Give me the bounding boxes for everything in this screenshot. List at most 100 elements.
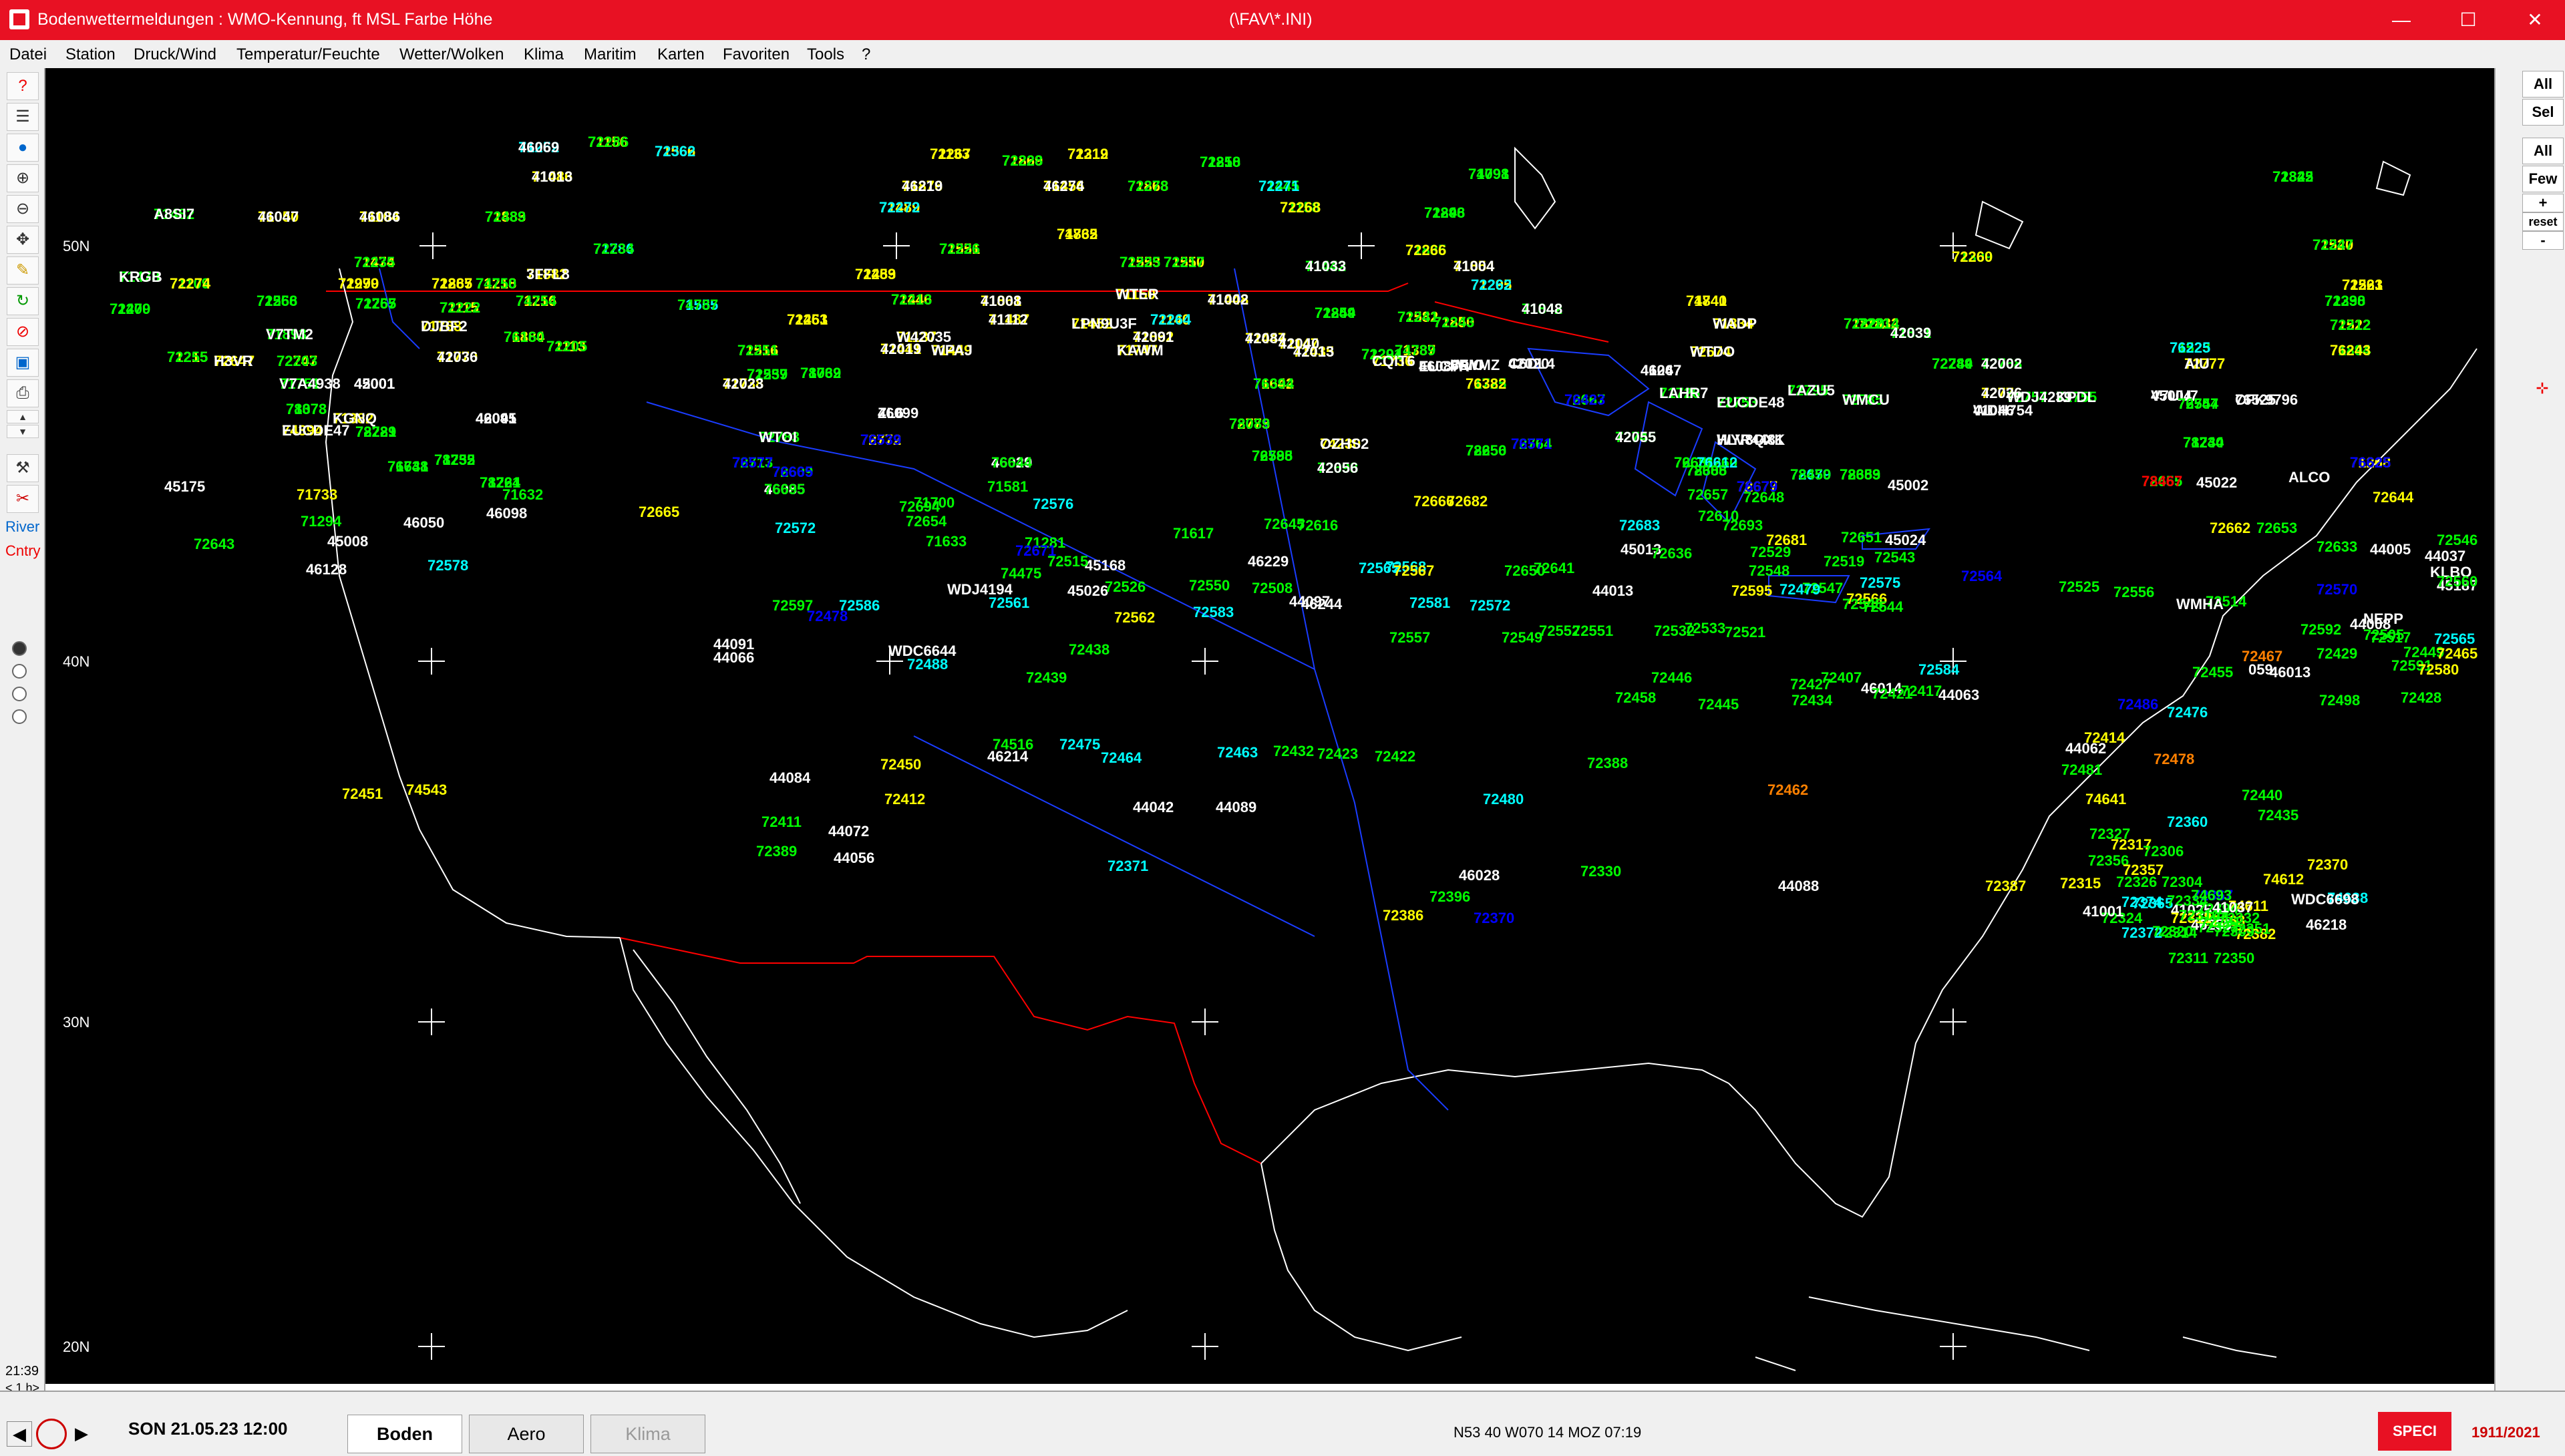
station-label[interactable]: 72311 [2168, 950, 2208, 967]
station-label[interactable]: 72505 [2363, 626, 2404, 644]
station-label[interactable]: 46050 [403, 514, 444, 532]
station-label[interactable]: 72386 [1383, 907, 1423, 924]
station-label[interactable]: 76595 [1252, 447, 1293, 465]
station-label[interactable]: 3FFL8 [526, 266, 570, 283]
station-label[interactable]: 72235 [354, 254, 395, 271]
station-label[interactable]: 72653 [2256, 520, 2297, 537]
station-label[interactable]: 72320 [2152, 923, 2193, 940]
station-label[interactable]: 72200 [110, 301, 150, 318]
station-label[interactable]: WADP [1713, 315, 1757, 333]
station-label[interactable]: 72451 [342, 785, 383, 803]
station-label[interactable]: 72226 [939, 240, 980, 258]
station-label[interactable]: 46229 [1248, 553, 1289, 570]
station-label[interactable]: 72251 [737, 342, 778, 359]
station-label[interactable]: LAHR7 [1659, 385, 1708, 402]
station-label[interactable]: 72446 [1651, 669, 1692, 687]
station-label[interactable]: 72479 [1779, 581, 1820, 598]
station-label[interactable]: 72478 [807, 608, 848, 625]
station-label[interactable]: V7A4938 [279, 375, 341, 393]
station-label[interactable]: KPDL [2056, 389, 2096, 406]
radio-option-2[interactable] [12, 664, 27, 679]
station-label[interactable]: 72525 [2059, 578, 2099, 596]
station-label[interactable]: WMHA [2176, 596, 2224, 613]
station-label[interactable]: 72478 [2154, 751, 2194, 768]
station-label[interactable]: 76160 [504, 329, 544, 346]
station-label[interactable]: 72412 [884, 791, 925, 808]
station-label[interactable]: 72225 [1120, 254, 1160, 271]
radio-option-4[interactable] [12, 709, 27, 724]
station-label[interactable]: 44072 [828, 823, 869, 840]
station-label[interactable]: 72463 [1217, 744, 1258, 761]
station-label[interactable]: 72570 [2317, 581, 2357, 598]
station-label[interactable]: 72455 [2192, 664, 2233, 681]
station-label[interactable]: WTER [1116, 286, 1159, 303]
station-label[interactable]: 45002 [1888, 477, 1928, 494]
tab-boden[interactable]: Boden [347, 1415, 462, 1453]
station-label[interactable]: 72489 [485, 208, 526, 226]
station-label[interactable]: 71581 [987, 478, 1028, 496]
menu-station[interactable]: Station [65, 45, 116, 64]
station-label[interactable]: 44005 [2370, 541, 2411, 558]
station-label[interactable]: 72370 [1474, 910, 1514, 927]
station-label[interactable]: 74750 [476, 275, 516, 293]
station-label[interactable]: 72581 [1409, 594, 1450, 612]
river-toggle[interactable]: River [5, 518, 39, 536]
add-marker-icon[interactable]: ⊹ [2522, 375, 2562, 401]
station-label[interactable]: 42019 [880, 341, 921, 358]
station-label[interactable]: 72560 [2437, 573, 2477, 590]
station-label[interactable]: 72665 [639, 504, 679, 521]
station-label[interactable]: 76423 [1564, 391, 1605, 409]
station-label[interactable]: 72270 [338, 275, 379, 293]
station-label[interactable]: WTDO [1690, 343, 1735, 361]
station-label[interactable]: 72465 [2437, 645, 2477, 663]
radio-option-1[interactable] [12, 641, 27, 656]
menu-datei[interactable]: Datei [9, 45, 47, 64]
station-label[interactable]: 71733 [297, 486, 337, 504]
tab-klima[interactable]: Klima [590, 1415, 705, 1453]
station-label[interactable]: 72526 [1105, 578, 1146, 596]
station-label[interactable]: 72263 [2342, 277, 2383, 294]
station-label[interactable]: 72423 [1317, 745, 1358, 763]
station-label[interactable]: 46047 [258, 208, 299, 226]
station-label[interactable]: 76525 [2235, 391, 2276, 409]
station-label[interactable]: WMCU [1842, 391, 1890, 409]
close-button[interactable]: ✕ [2498, 0, 2565, 40]
station-label[interactable]: 44063 [1938, 687, 1979, 704]
station-label[interactable]: 46274 [1043, 178, 1084, 195]
station-label[interactable]: 78450 [1790, 466, 1831, 484]
tools-icon[interactable]: ✂ [7, 485, 39, 513]
station-label[interactable]: 72546 [2437, 532, 2477, 549]
globe-icon[interactable]: ● [7, 134, 39, 162]
station-label[interactable]: 42095 [476, 410, 516, 427]
station-label[interactable]: 72458 [1615, 689, 1656, 707]
station-label[interactable]: 76577 [732, 454, 773, 472]
station-label[interactable]: 72438 [1069, 641, 1109, 659]
station-label[interactable]: 78089 [1229, 415, 1270, 433]
station-label[interactable]: WDC6698 [2291, 891, 2359, 908]
station-label[interactable]: 74612 [2263, 871, 2304, 888]
station-label[interactable]: 72683 [1619, 517, 1660, 534]
menu-favoriten[interactable]: Favoriten [723, 45, 790, 64]
weather-map[interactable]: 50N 40N 30N 20N 71252 71156 71566 71133 7186… [45, 68, 2494, 1384]
station-label[interactable]: 76243 [2330, 342, 2371, 359]
station-label[interactable]: 76648 [387, 458, 428, 476]
station-label[interactable]: 72567 [1393, 562, 1434, 580]
station-label[interactable]: 76571 [1511, 435, 1552, 453]
decrease-button[interactable]: - [2522, 231, 2564, 250]
station-label[interactable]: 41112 [989, 311, 1028, 329]
station-label[interactable]: 45175 [164, 478, 205, 496]
station-label[interactable]: 42002 [1981, 355, 2022, 373]
station-label[interactable]: 45008 [327, 533, 368, 550]
station-label[interactable]: 72666 [1413, 493, 1454, 510]
station-label[interactable]: 72561 [989, 594, 1029, 612]
station-label[interactable]: 72429 [2317, 645, 2357, 663]
station-label[interactable]: 72306 [2143, 843, 2184, 860]
station-label[interactable]: 72387 [1985, 878, 2026, 895]
station-label[interactable]: 72572 [775, 520, 816, 537]
station-label[interactable]: 72556 [2113, 584, 2154, 601]
station-label[interactable]: 46128 [306, 561, 347, 578]
station-label[interactable]: 78229 [355, 423, 396, 441]
pan-icon[interactable]: ✥ [7, 226, 39, 254]
station-label[interactable]: 72595 [1731, 582, 1772, 600]
all-density-button[interactable]: All [2522, 138, 2564, 164]
